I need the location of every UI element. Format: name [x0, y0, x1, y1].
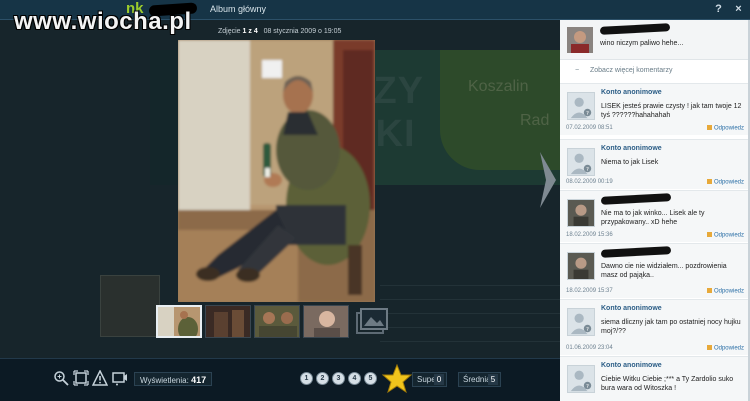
comment-item: ? Konto anonimowe LISEK jesteś prawie cz…	[560, 83, 750, 135]
svg-text:?: ?	[586, 167, 589, 173]
album-title[interactable]: Album główny	[210, 4, 266, 14]
comment-date: 08.02.2009 00:19	[566, 179, 613, 185]
main-photo[interactable]	[178, 40, 375, 302]
comment-author-redacted	[600, 193, 672, 205]
super-star-icon[interactable]	[382, 364, 412, 394]
background-list	[380, 272, 560, 342]
comment-item: ? Konto anonimowe Ciebie Witku Ciebie ;*…	[560, 356, 750, 401]
anonymous-avatar-icon: ?	[567, 148, 595, 176]
collapse-icon: −	[575, 67, 580, 74]
fullsize-icon[interactable]	[73, 370, 89, 386]
close-button[interactable]: ×	[730, 1, 747, 18]
comment-author[interactable]: Konto anonimowe	[601, 89, 662, 96]
comment-date: 01.06.2009 23:04	[566, 345, 613, 351]
photo-thumbnail[interactable]	[303, 305, 349, 338]
background-profile-thumb	[100, 275, 160, 337]
owner-name-redacted	[599, 23, 671, 35]
photo-thumbnail[interactable]	[254, 305, 300, 338]
rate-4-button[interactable]: 4	[348, 372, 361, 385]
comment-item: Nie ma to jak winko... Lisek ale ty przy…	[560, 190, 750, 242]
zoom-icon[interactable]	[53, 370, 69, 386]
super-counter: Super 0	[412, 372, 447, 387]
comment-author[interactable]: Konto anonimowe	[601, 305, 662, 312]
comment-date: 18.02.2009 15:37	[566, 288, 613, 294]
rate-5-button[interactable]: 5	[364, 372, 377, 385]
rate-3-button[interactable]: 3	[332, 372, 345, 385]
owner-avatar[interactable]	[567, 27, 593, 53]
average-rating: Średnia: 5	[458, 372, 501, 387]
comment-text: Niema to jak Lisek	[601, 159, 659, 166]
comment-text: Nie ma to jak winko... Lisek ale ty przy…	[601, 210, 705, 226]
views-value: 417	[191, 375, 207, 385]
site-watermark: www.wiocha.pl	[14, 8, 192, 35]
photo-meta: Zdjęcie 1 z 4 08 stycznia 2009 o 19:05	[218, 28, 341, 35]
owner-comment: wino niczym paliwo hehe...	[560, 20, 750, 60]
more-comments-label: Zobacz więcej komentarzy	[590, 67, 673, 74]
photo-date: 08 stycznia 2009 o 19:05	[263, 28, 342, 35]
rate-2-button[interactable]: 2	[316, 372, 329, 385]
photo-counter-label: Zdjęcie	[218, 28, 241, 35]
views-counter: Wyświetlenia: 417	[134, 372, 213, 386]
anonymous-avatar-icon: ?	[567, 365, 595, 393]
comments-panel: wino niczym paliwo hehe... − Zobacz więc…	[560, 20, 750, 401]
comment-item: ? Konto anonimowe siema dliczny jak tam …	[560, 299, 750, 355]
reply-link[interactable]: Odpowiedz	[707, 125, 744, 131]
user-avatar[interactable]	[567, 252, 595, 280]
slideshow-icon[interactable]	[112, 370, 128, 386]
next-photo-arrow-icon[interactable]	[538, 150, 558, 210]
reply-link[interactable]: Odpowiedz	[707, 288, 744, 294]
photo-thumbnail[interactable]	[205, 305, 251, 338]
comment-author-redacted	[600, 246, 672, 258]
average-value: 5	[488, 374, 498, 385]
svg-text:?: ?	[586, 384, 589, 390]
svg-text:?: ?	[586, 327, 589, 333]
comment-text: Ciebie Witku Ciebie ;*** a Ty Zardolio s…	[601, 376, 734, 392]
comment-author[interactable]: Konto anonimowe	[601, 362, 662, 369]
photo-counter: 1 z 4	[242, 28, 258, 35]
anonymous-avatar-icon: ?	[567, 308, 595, 336]
reply-link[interactable]: Odpowiedz	[707, 179, 744, 185]
reply-link[interactable]: Odpowiedz	[707, 345, 744, 351]
photo-thumbnail[interactable]	[156, 305, 202, 338]
more-photos-icon[interactable]	[353, 307, 389, 337]
super-value: 0	[434, 374, 444, 385]
svg-text:?: ?	[586, 111, 589, 117]
comment-author[interactable]: Konto anonimowe	[601, 145, 662, 152]
comment-item: ? Konto anonimowe Niema to jak Lisek 08.…	[560, 139, 750, 189]
comment-text: Dawno cie nie widziałem... pozdrowienia …	[601, 263, 727, 279]
comment-text: LISEK jesteś prawie czysty ! jak tam two…	[601, 103, 742, 119]
comment-item: Dawno cie nie widziałem... pozdrowienia …	[560, 243, 750, 298]
views-label: Wyświetlenia:	[140, 376, 189, 385]
user-avatar[interactable]	[567, 199, 595, 227]
comment-date: 07.02.2009 08:51	[566, 125, 613, 131]
help-button[interactable]: ?	[710, 1, 727, 18]
anonymous-avatar-icon: ?	[567, 92, 595, 120]
owner-comment-text: wino niczym paliwo hehe...	[600, 40, 684, 47]
comment-text: siema dliczny jak tam po ostatniej nocy …	[601, 319, 741, 335]
comment-date: 18.02.2009 15:36	[566, 232, 613, 238]
report-warning-icon[interactable]	[92, 370, 108, 386]
rate-1-button[interactable]: 1	[300, 372, 313, 385]
reply-link[interactable]: Odpowiedz	[707, 232, 744, 238]
